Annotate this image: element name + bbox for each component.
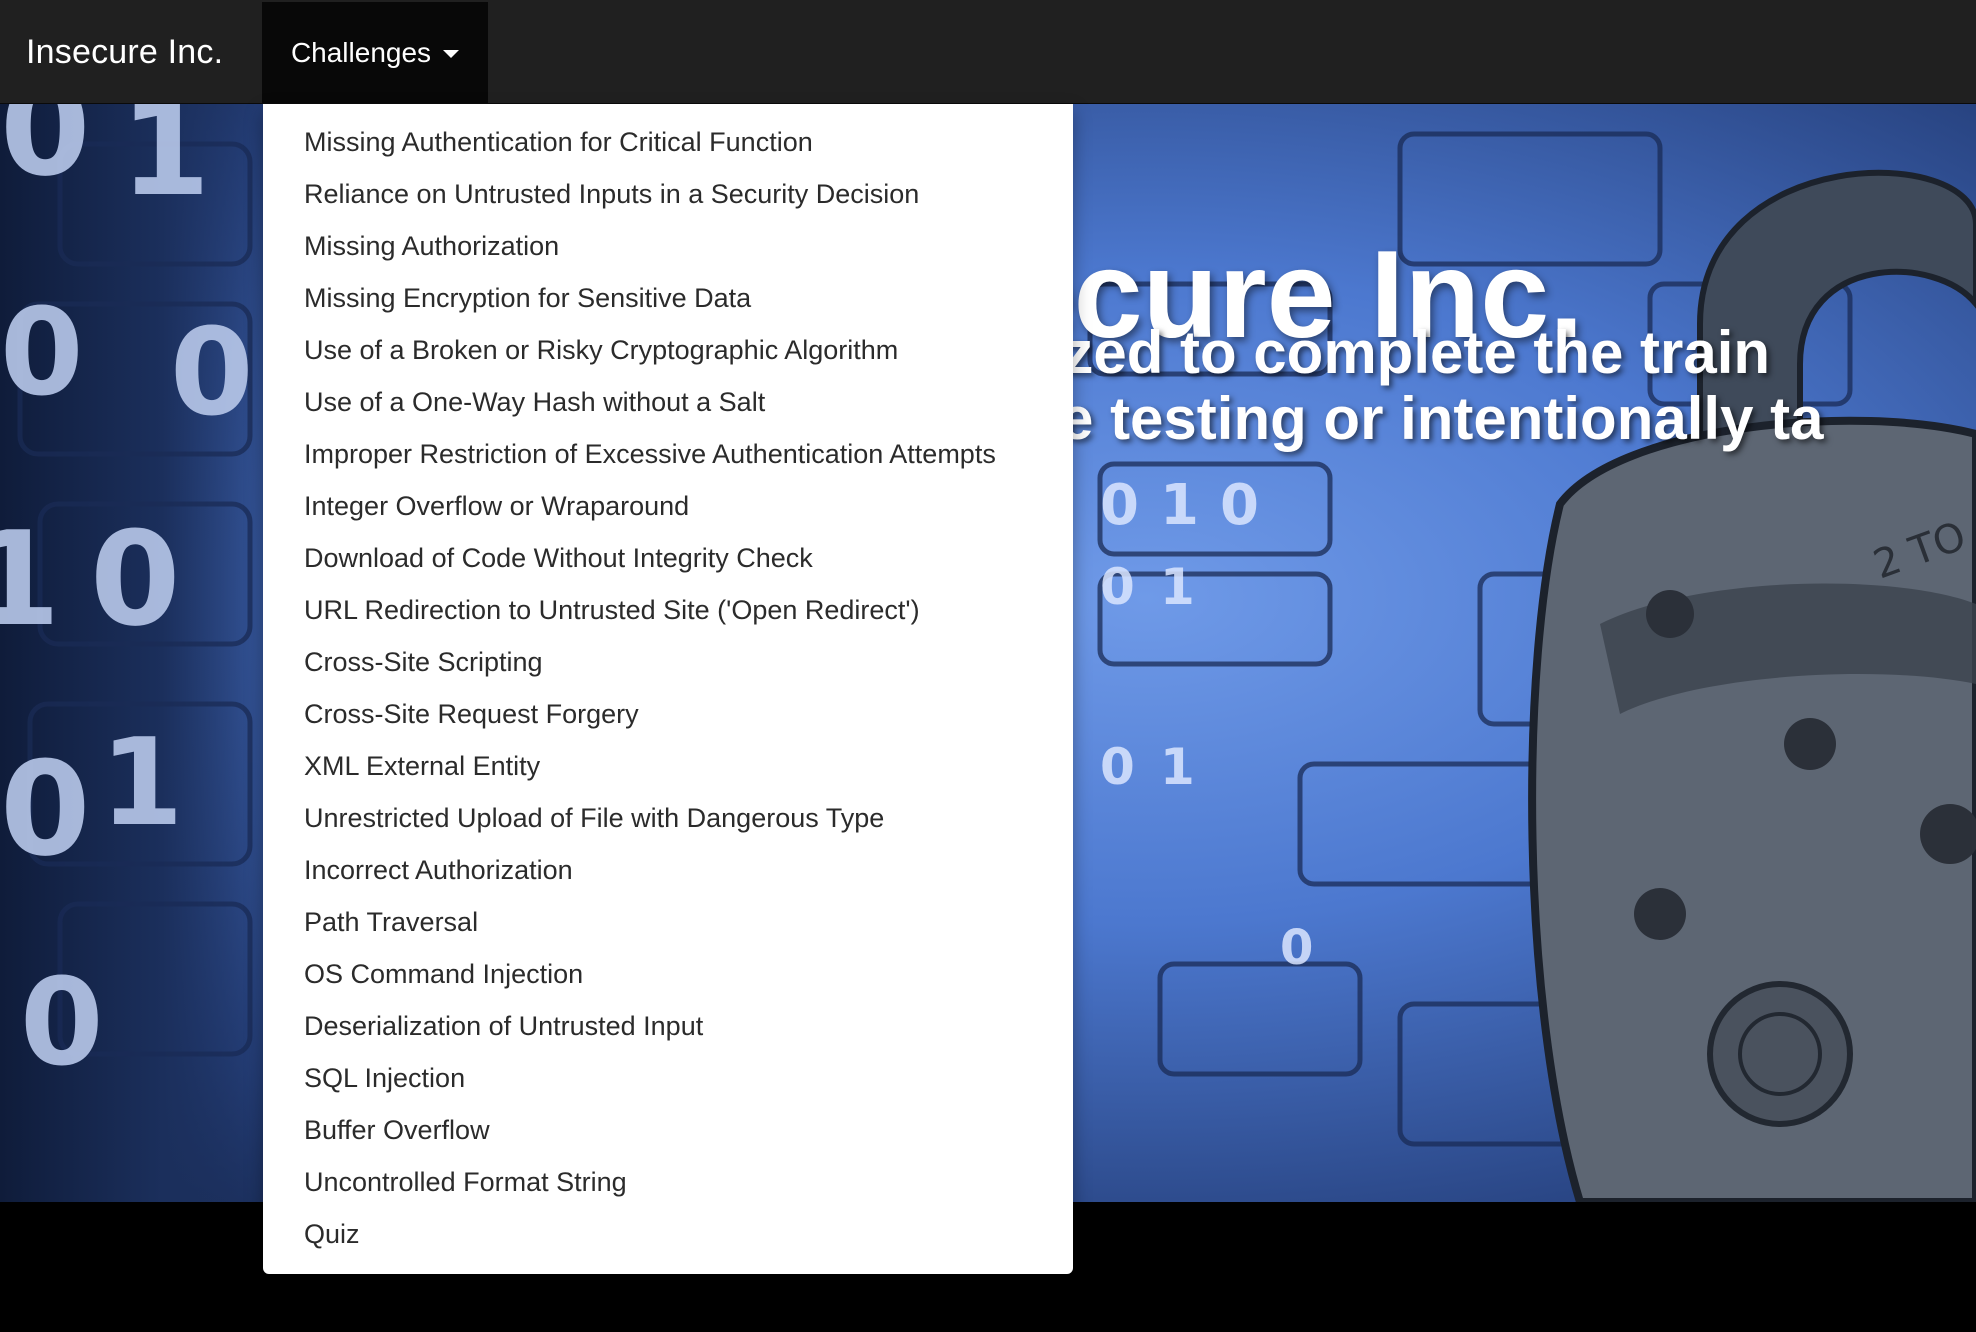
digit: 0 (1220, 473, 1259, 538)
digit: 1 (1160, 473, 1199, 538)
menu-item-path-traversal[interactable]: Path Traversal (263, 896, 1073, 948)
digit: 0 (0, 284, 84, 423)
digit: 0 (1100, 558, 1135, 616)
challenges-dropdown-toggle[interactable]: Challenges (262, 2, 488, 103)
menu-item-csrf[interactable]: Cross-Site Request Forgery (263, 688, 1073, 740)
caret-down-icon (443, 50, 460, 58)
menu-item-xss[interactable]: Cross-Site Scripting (263, 636, 1073, 688)
digit: 1 (100, 714, 184, 853)
menu-item-incorrect-authorization[interactable]: Incorrect Authorization (263, 844, 1073, 896)
menu-item-integer-overflow[interactable]: Integer Overflow or Wraparound (263, 480, 1073, 532)
menu-item-excessive-auth-attempts[interactable]: Improper Restriction of Excessive Authen… (263, 428, 1073, 480)
digit: 0 (1100, 738, 1135, 796)
digit: 0 (0, 733, 90, 885)
digit: 1 (1160, 558, 1195, 616)
top-navbar: Insecure Inc. Challenges (0, 0, 1976, 104)
binary-digits-right: 0 1 0 0 1 0 1 0 (1100, 473, 1313, 976)
digit: 1 (1160, 738, 1195, 796)
digit: 0 (0, 104, 90, 205)
digit: 0 (1280, 920, 1313, 976)
menu-item-missing-authorization[interactable]: Missing Authorization (263, 220, 1073, 272)
digit: 0 (20, 954, 104, 1093)
brand-link[interactable]: Insecure Inc. (26, 28, 223, 76)
menu-item-code-integrity[interactable]: Download of Code Without Integrity Check (263, 532, 1073, 584)
digit: 0 (90, 503, 180, 655)
menu-item-missing-encryption[interactable]: Missing Encryption for Sensitive Data (263, 272, 1073, 324)
menu-item-untrusted-inputs[interactable]: Reliance on Untrusted Inputs in a Securi… (263, 168, 1073, 220)
digit: 1 (0, 503, 60, 655)
menu-item-sql-injection[interactable]: SQL Injection (263, 1052, 1073, 1104)
menu-item-open-redirect[interactable]: URL Redirection to Untrusted Site ('Open… (263, 584, 1073, 636)
digit: 0 (170, 304, 254, 443)
menu-item-format-string[interactable]: Uncontrolled Format String (263, 1156, 1073, 1208)
menu-item-unrestricted-upload[interactable]: Unrestricted Upload of File with Dangero… (263, 792, 1073, 844)
menu-item-os-command-injection[interactable]: OS Command Injection (263, 948, 1073, 1000)
challenges-dropdown-label: Challenges (290, 36, 432, 68)
menu-item-broken-crypto[interactable]: Use of a Broken or Risky Cryptographic A… (263, 324, 1073, 376)
menu-item-quiz[interactable]: Quiz (263, 1208, 1073, 1260)
page: 0 1 0 0 1 0 0 1 0 0 1 0 0 1 0 1 0 2 TO n… (0, 0, 1976, 1332)
menu-item-buffer-overflow[interactable]: Buffer Overflow (263, 1104, 1073, 1156)
binary-digits-left: 0 1 0 0 1 0 0 1 0 (0, 104, 254, 1093)
digit: 1 (120, 104, 210, 225)
digit: 0 (1100, 473, 1139, 538)
menu-item-xxe[interactable]: XML External Entity (263, 740, 1073, 792)
challenges-dropdown-menu: Missing Authentication for Critical Func… (263, 104, 1073, 1274)
menu-item-hash-without-salt[interactable]: Use of a One-Way Hash without a Salt (263, 376, 1073, 428)
menu-item-deserialization[interactable]: Deserialization of Untrusted Input (263, 1000, 1073, 1052)
menu-item-missing-authentication[interactable]: Missing Authentication for Critical Func… (263, 116, 1073, 168)
